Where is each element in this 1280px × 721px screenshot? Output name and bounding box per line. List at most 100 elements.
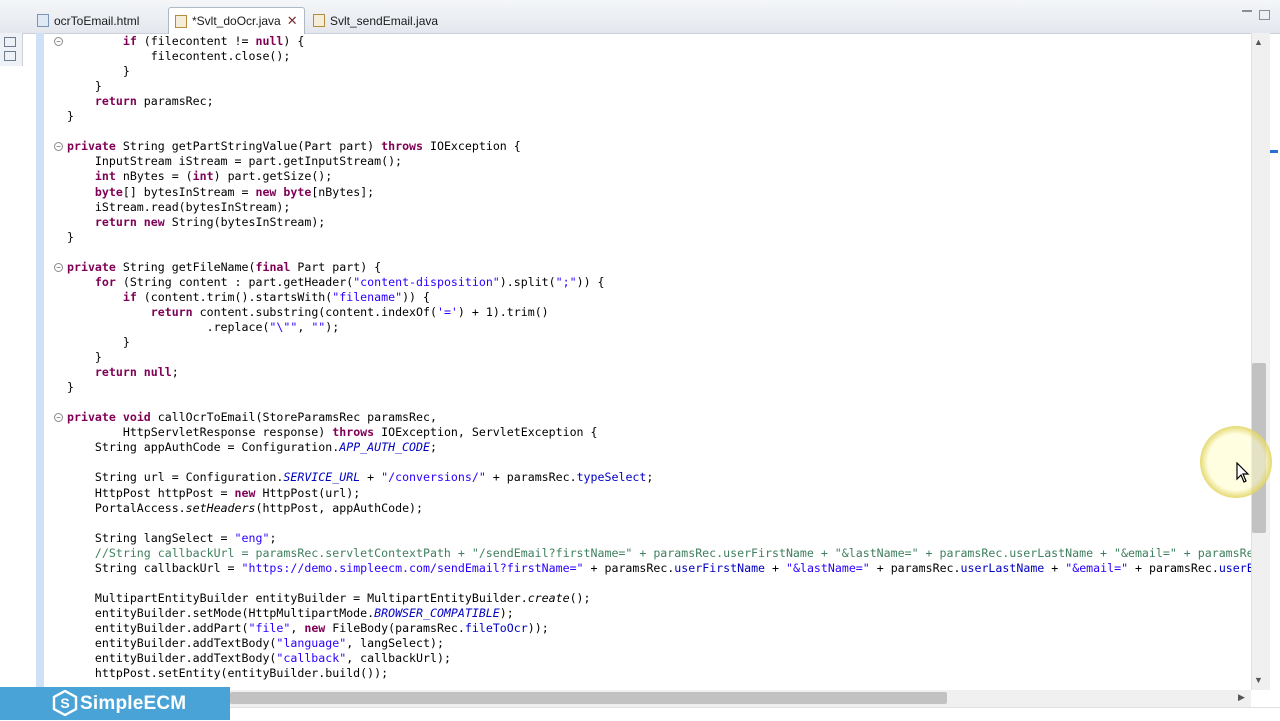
code-token: ; <box>429 440 437 455</box>
code-line[interactable]: } <box>67 335 130 350</box>
code-line[interactable]: } <box>67 350 102 365</box>
code-line[interactable]: for (String content : part.getHeader("co… <box>67 275 605 290</box>
code-token: String callbackUrl = <box>67 560 242 575</box>
code-token: HttpPost httpPost = <box>67 485 235 500</box>
code-token: } <box>67 79 102 94</box>
scroll-right-icon[interactable]: ▶ <box>1238 692 1245 703</box>
code-token: iStream.read(bytesInStream); <box>67 199 291 214</box>
code-line[interactable]: private String getFileName(final Part pa… <box>67 260 381 275</box>
code-token: ).split( <box>499 274 556 289</box>
collapse-icon[interactable]: − <box>54 413 63 423</box>
code-token: new <box>255 184 277 199</box>
tab-svlt-doocr-java[interactable]: *Svlt_doOcr.java ✕ <box>168 7 305 34</box>
minimize-icon[interactable] <box>1242 10 1252 15</box>
code-line[interactable]: if (content.trim().startsWith("filename"… <box>67 290 430 305</box>
code-line[interactable]: entityBuilder.addTextBody("callback", ca… <box>67 651 451 666</box>
tab-svlt-sendemail-java[interactable]: Svlt_sendEmail.java <box>306 8 445 32</box>
code-line[interactable]: iStream.read(bytesInStream); <box>67 200 290 215</box>
code-token: } <box>67 350 102 365</box>
code-token: ; <box>269 530 277 545</box>
code-line[interactable]: httpPost.setEntity(entityBuilder.build()… <box>67 666 388 681</box>
overview-ruler-marker[interactable] <box>1270 150 1278 153</box>
code-line[interactable]: byte[] bytesInStream = new byte[nBytes]; <box>67 185 374 200</box>
code-token: [] bytesInStream = <box>122 184 256 199</box>
folding-ruler: − − − − <box>44 33 66 690</box>
code-token: (content.trim().startsWith( <box>136 289 333 304</box>
code-line[interactable]: } <box>67 380 74 395</box>
scroll-up-icon[interactable]: ▲ <box>1254 37 1263 47</box>
code-token: String(bytesInStream); <box>164 214 326 229</box>
maximize-icon[interactable] <box>1259 10 1270 20</box>
code-line[interactable]: } <box>67 230 74 245</box>
code-token: )) { <box>576 274 605 289</box>
code-line[interactable]: String callbackUrl = "https://demo.simpl… <box>67 561 1251 576</box>
code-line[interactable]: entityBuilder.setMode(HttpMultipartMode.… <box>67 606 514 621</box>
code-line[interactable]: MultipartEntityBuilder entityBuilder = M… <box>67 591 591 606</box>
code-line[interactable]: filecontent.close(); <box>67 49 291 64</box>
code-token: if <box>122 34 137 48</box>
code-editor[interactable]: if (filecontent != null) { filecontent.c… <box>67 33 1251 690</box>
java-file-icon <box>313 14 325 27</box>
editor-tab-bar: ocrToEmail.html *Svlt_doOcr.java ✕ Svlt_… <box>0 0 1280 34</box>
code-line[interactable]: return null; <box>67 365 179 380</box>
code-line[interactable]: } <box>67 109 74 124</box>
code-line[interactable]: entityBuilder.addPart("file", new FileBo… <box>67 621 549 636</box>
code-token: callOcrToEmail(StoreParamsRec paramsRec, <box>150 410 437 425</box>
code-line[interactable]: HttpServletResponse response) throws IOE… <box>67 425 598 440</box>
code-line[interactable]: PortalAccess.setHeaders(httpPost, appAut… <box>67 501 423 516</box>
code-token: PortalAccess. <box>67 500 186 515</box>
code-line[interactable]: return paramsRec; <box>67 94 214 109</box>
code-line[interactable]: .replace("\"", ""); <box>67 319 340 335</box>
logo-text: SimpleECM <box>80 692 187 714</box>
code-token: APP_AUTH_CODE <box>339 440 430 455</box>
collapse-icon[interactable]: − <box>54 142 63 152</box>
code-line[interactable]: return new String(bytesInStream); <box>67 215 325 230</box>
vertical-scrollbar[interactable] <box>1251 33 1270 690</box>
code-token: + paramsRec. <box>869 560 961 575</box>
code-line[interactable]: return content.substring(content.indexOf… <box>67 305 549 320</box>
code-token: ) part.getSize(); <box>213 169 333 184</box>
tab-ocrtoemail-html[interactable]: ocrToEmail.html <box>30 8 146 32</box>
code-line[interactable]: private void callOcrToEmail(StoreParamsR… <box>67 410 437 425</box>
code-line[interactable]: private String getPartStringValue(Part p… <box>67 139 521 154</box>
code-line[interactable]: String appAuthCode = Configuration.APP_A… <box>67 440 437 455</box>
code-token: return <box>94 94 137 109</box>
close-tab-icon[interactable]: ✕ <box>287 13 298 29</box>
code-line[interactable]: HttpPost httpPost = new HttpPost(url); <box>67 486 360 501</box>
code-token: "" <box>311 319 326 334</box>
collapse-icon[interactable]: − <box>54 37 63 46</box>
collapse-icon[interactable]: − <box>54 262 63 272</box>
code-token: ) + 1).trim() <box>457 304 549 319</box>
code-line[interactable]: } <box>67 79 102 94</box>
code-line[interactable]: } <box>67 64 130 79</box>
code-line[interactable]: entityBuilder.addTextBody("language", la… <box>67 636 444 651</box>
code-token: new <box>143 214 165 229</box>
code-token: + paramsRec. <box>583 560 675 575</box>
code-token: create <box>527 590 570 605</box>
code-token: "language" <box>276 636 347 650</box>
code-token: "/conversions/" <box>381 470 486 485</box>
horizontal-scrollbar-thumb[interactable] <box>230 692 947 704</box>
code-token: )); <box>527 620 549 635</box>
restore-view-icon[interactable] <box>4 37 16 47</box>
view-menu-icon[interactable] <box>4 51 16 61</box>
code-line[interactable]: if (filecontent != null) { <box>67 34 305 49</box>
scroll-down-icon[interactable]: ▼ <box>1254 675 1263 685</box>
code-token: entityBuilder.addTextBody( <box>67 636 277 650</box>
code-line[interactable]: String url = Configuration.SERVICE_URL +… <box>67 470 653 485</box>
code-token: int <box>94 169 116 184</box>
code-line[interactable]: //String callbackUrl = paramsRec.servlet… <box>67 546 1251 561</box>
code-token: if <box>122 289 137 304</box>
code-token: "content-disposition" <box>353 274 500 289</box>
code-line[interactable]: InputStream iStream = part.getInputStrea… <box>67 154 402 169</box>
code-token: (); <box>569 590 591 605</box>
status-strip <box>230 707 1280 721</box>
code-line[interactable]: String langSelect = "eng"; <box>67 530 277 546</box>
code-line[interactable]: int nBytes = (int) part.getSize(); <box>67 169 332 184</box>
code-token: String getPartStringValue(Part part) <box>115 139 382 154</box>
code-token: null <box>143 365 172 380</box>
